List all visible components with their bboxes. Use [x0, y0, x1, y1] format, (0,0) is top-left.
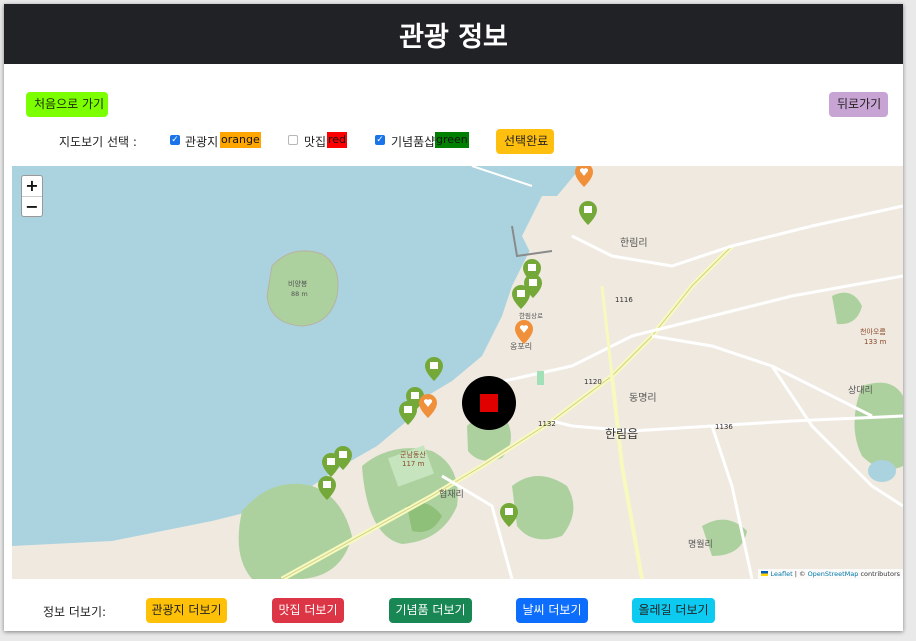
map-canvas: 비양봉 88 m 한림리 옹포리 동명리 한림읍 협재리 명월리 상대리 천아오…	[12, 166, 903, 579]
leaflet-link[interactable]: Leaflet	[771, 570, 793, 578]
field	[537, 371, 544, 385]
road-1120-label: 1120	[584, 378, 602, 386]
current-location-marker[interactable]	[462, 376, 516, 430]
app-window: 관광 정보 처음으로 가기 뒤로가기 지도보기 선택 : ✓ 관광지 orang…	[4, 4, 903, 631]
road-1136-label: 1136	[715, 423, 733, 431]
restaurant-more-button[interactable]: 맛집 더보기	[272, 598, 344, 623]
tourist-more-button[interactable]: 관광지 더보기	[146, 598, 227, 623]
attribution-suffix: contributors	[858, 570, 900, 578]
tourist-checkbox[interactable]: ✓	[170, 135, 180, 145]
restaurant-option-label: 맛집	[304, 135, 327, 149]
islet	[266, 250, 339, 327]
page-title: 관광 정보	[399, 21, 508, 53]
souvenir-more-button[interactable]: 기념품 더보기	[389, 598, 472, 623]
tourist-marker[interactable]	[515, 320, 533, 344]
road	[610, 375, 644, 579]
hyeopjae-label: 협재리	[439, 488, 464, 500]
zoom-in-button[interactable]: +	[22, 176, 42, 197]
souvenir-marker[interactable]	[500, 503, 518, 527]
road	[600, 285, 614, 377]
road-1116-label: 1116	[615, 296, 633, 304]
souvenir-checkbox[interactable]: ✓	[375, 135, 385, 145]
tourist-option-label: 관광지	[185, 135, 219, 149]
osm-link[interactable]: OpenStreetMap	[808, 570, 859, 578]
olle-more-button[interactable]: 올레길 더보기	[632, 598, 715, 623]
cheonah-label: 천아오름	[860, 327, 886, 336]
flag-icon	[761, 571, 769, 576]
back-button[interactable]: 뒤로가기	[829, 92, 888, 117]
road	[651, 334, 873, 418]
forest-patch	[238, 483, 352, 579]
souvenir-marker[interactable]	[579, 201, 597, 225]
tourist-color-swatch: orange	[220, 132, 261, 148]
tourist-marker[interactable]	[575, 166, 593, 187]
restaurant-checkbox[interactable]	[288, 135, 298, 145]
more-info-label: 정보 더보기:	[43, 605, 107, 619]
pond	[868, 460, 896, 482]
attribution-separator: | ©	[792, 570, 808, 578]
souvenir-option-label: 기념품샵	[391, 135, 436, 149]
map-view[interactable]: 비양봉 88 m 한림리 옹포리 동명리 한림읍 협재리 명월리 상대리 천아오…	[12, 166, 903, 579]
restaurant-color-swatch: red	[327, 132, 348, 148]
dongmyeong-label: 동명리	[629, 392, 657, 404]
islet-height-label: 88 m	[291, 290, 308, 298]
gunsan-height-label: 117 m	[402, 460, 425, 468]
hallim-eup-label: 한림읍	[605, 427, 638, 441]
road	[710, 425, 754, 579]
cheonah-height-label: 133 m	[864, 338, 887, 346]
gunsan-label: 군남동산	[400, 450, 426, 459]
sangdae-label: 상대리	[848, 385, 873, 396]
islet-label: 비양봉	[288, 279, 308, 288]
hallim-ri-label: 한림리	[620, 237, 648, 249]
hallimsang-label: 한림상로	[519, 311, 543, 320]
ongpo-label: 옹포리	[510, 342, 532, 351]
zoom-control: + −	[21, 175, 43, 217]
souvenir-marker[interactable]	[512, 285, 530, 309]
road	[571, 204, 903, 268]
forest-patch	[832, 292, 862, 325]
zoom-out-button[interactable]: −	[22, 197, 42, 217]
forest-patch	[512, 476, 574, 540]
tourist-marker[interactable]	[419, 394, 437, 418]
myeongwol-label: 명월리	[688, 538, 713, 550]
page-header: 관광 정보	[4, 4, 903, 64]
map-select-label: 지도보기 선택 :	[59, 135, 137, 149]
souvenir-color-swatch: green	[435, 132, 469, 148]
map-attribution: Leaflet | © OpenStreetMap contributors	[758, 569, 903, 579]
select-done-button[interactable]: 선택완료	[496, 129, 554, 154]
road	[481, 274, 903, 388]
go-first-button[interactable]: 처음으로 가기	[26, 92, 108, 117]
weather-more-button[interactable]: 날씨 더보기	[516, 598, 588, 623]
road-1132-label: 1132	[538, 420, 556, 428]
